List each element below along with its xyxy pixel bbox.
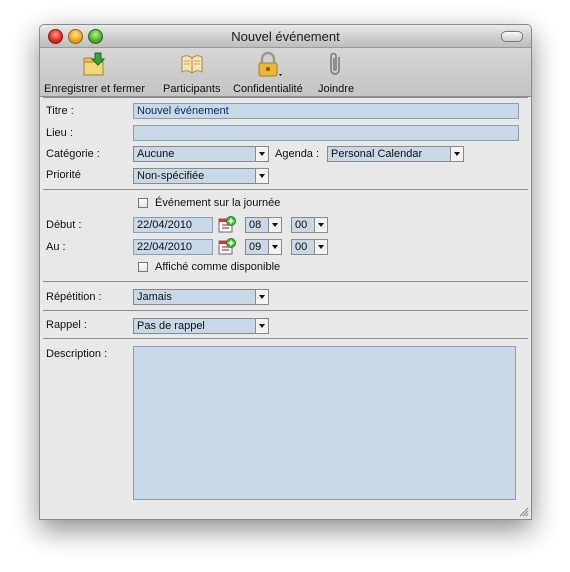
attach-button[interactable]: Joindre	[318, 50, 354, 95]
category-select[interactable]: Aucune	[133, 146, 269, 162]
privacy-button[interactable]: Confidentialité	[233, 50, 303, 95]
title-input[interactable]: Nouvel événement	[133, 103, 519, 119]
chevron-down-icon	[255, 147, 268, 161]
category-label: Catégorie :	[46, 148, 100, 160]
calendar-add-icon	[218, 216, 236, 233]
save-close-label: Enregistrer et fermer	[44, 83, 145, 95]
save-close-button[interactable]: Enregistrer et fermer	[44, 50, 145, 95]
chevron-down-icon	[450, 147, 463, 161]
start-date-input[interactable]: 22/04/2010	[133, 217, 213, 233]
title-label: Titre :	[46, 105, 74, 117]
participants-label: Participants	[163, 83, 221, 95]
start-minute-value: 00	[295, 219, 308, 231]
calendar-add-icon	[218, 238, 236, 255]
reminder-value: Pas de rappel	[137, 320, 205, 332]
separator	[43, 97, 528, 98]
agenda-value: Personal Calendar	[331, 148, 423, 160]
agenda-label: Agenda :	[275, 148, 320, 160]
end-minute-value: 00	[295, 241, 308, 253]
start-hour-value: 08	[249, 219, 262, 231]
title-bar[interactable]: Nouvel événement	[40, 25, 531, 48]
priority-label: Priorité	[46, 169, 81, 181]
lock-icon	[254, 50, 282, 78]
separator	[43, 310, 528, 311]
priority-select[interactable]: Non-spécifiée	[133, 168, 269, 184]
location-label: Lieu :	[46, 127, 73, 139]
start-hour-select[interactable]: 08	[245, 217, 282, 233]
reminder-select[interactable]: Pas de rappel	[133, 318, 269, 334]
location-input[interactable]	[133, 125, 519, 141]
end-calendar-button[interactable]	[218, 238, 236, 256]
repeat-value: Jamais	[137, 291, 172, 303]
chevron-down-icon	[314, 218, 327, 232]
repeat-select[interactable]: Jamais	[133, 289, 269, 305]
show-free-checkbox[interactable]	[138, 262, 148, 272]
separator	[43, 338, 528, 339]
end-minute-select[interactable]: 00	[291, 239, 328, 255]
repeat-label: Répétition :	[46, 291, 102, 303]
window-title: Nouvel événement	[231, 29, 340, 44]
show-free-label: Affiché comme disponible	[155, 261, 281, 273]
description-textarea[interactable]	[133, 346, 516, 500]
category-value: Aucune	[137, 148, 175, 160]
chevron-down-icon	[314, 240, 327, 254]
all-day-checkbox[interactable]	[138, 198, 148, 208]
toolbar-toggle-button[interactable]	[501, 31, 523, 42]
priority-value: Non-spécifiée	[137, 170, 205, 182]
end-date-input[interactable]: 22/04/2010	[133, 239, 213, 255]
start-label: Début :	[46, 219, 82, 231]
chevron-down-icon	[268, 240, 281, 254]
event-window: Nouvel événement Enregistrer et fermer P…	[39, 24, 532, 520]
separator	[43, 281, 528, 282]
separator	[43, 189, 528, 190]
start-calendar-button[interactable]	[218, 216, 236, 234]
all-day-label: Événement sur la journée	[155, 197, 281, 209]
save-close-icon	[80, 50, 108, 78]
chevron-down-icon	[255, 169, 268, 183]
end-label: Au :	[46, 241, 66, 253]
end-hour-value: 09	[249, 241, 262, 253]
attach-label: Joindre	[318, 83, 355, 95]
event-form: Titre : Nouvel événement Lieu : Catégori…	[40, 97, 531, 519]
agenda-select[interactable]: Personal Calendar	[327, 146, 464, 162]
resize-grip-icon[interactable]	[519, 507, 529, 517]
end-hour-select[interactable]: 09	[245, 239, 282, 255]
paperclip-icon	[322, 50, 350, 78]
participants-button[interactable]: Participants	[163, 50, 220, 95]
description-label: Description :	[46, 348, 108, 360]
chevron-down-icon	[255, 319, 268, 333]
participants-icon	[178, 50, 206, 78]
chevron-down-icon	[255, 290, 268, 304]
reminder-label: Rappel :	[46, 319, 87, 331]
privacy-label: Confidentialité	[233, 83, 303, 95]
chevron-down-icon	[268, 218, 281, 232]
start-minute-select[interactable]: 00	[291, 217, 328, 233]
toolbar: Enregistrer et fermer Participants Confi…	[40, 48, 531, 97]
